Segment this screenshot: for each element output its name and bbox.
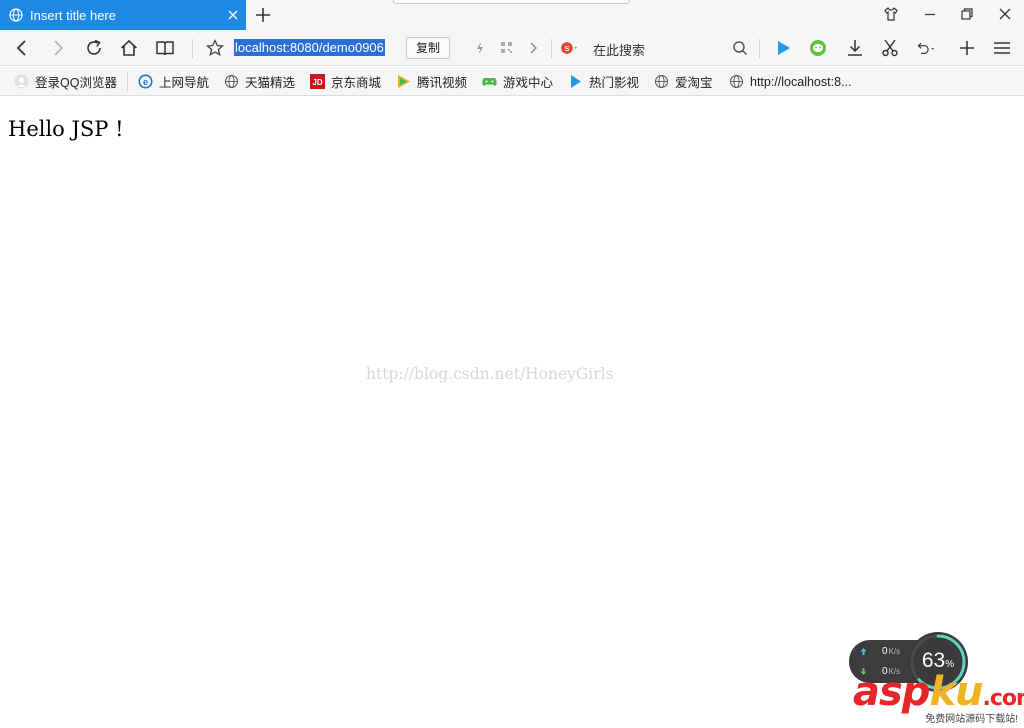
bookmark-label: 游戏中心 bbox=[503, 76, 554, 90]
undo-icon[interactable] bbox=[915, 38, 935, 58]
arrow-up-icon bbox=[860, 648, 867, 655]
bookmark-jd[interactable]: JD 京东商城 bbox=[310, 73, 381, 90]
qr-code-icon[interactable] bbox=[497, 38, 517, 58]
bookmark-label: 登录QQ浏览器 bbox=[35, 76, 117, 90]
bookmark-tencent-video[interactable]: 腾讯视频 bbox=[396, 73, 467, 90]
upload-unit: K/s bbox=[888, 647, 901, 656]
download-icon[interactable] bbox=[845, 38, 865, 58]
logo-subtitle: 免费网站源码下载站! bbox=[925, 714, 1018, 725]
tab-bar: Insert title here bbox=[0, 0, 1024, 30]
forward-icon[interactable] bbox=[48, 38, 68, 58]
skin-shirt-icon[interactable] bbox=[883, 6, 899, 22]
separator bbox=[192, 39, 193, 58]
bookmark-tmall[interactable]: 天猫精选 bbox=[224, 73, 295, 90]
jd-logo-icon: JD bbox=[310, 74, 325, 89]
play-icon bbox=[571, 75, 581, 88]
bookmark-label: 热门影视 bbox=[589, 76, 640, 90]
svg-text:e: e bbox=[143, 77, 148, 87]
bookmark-label: 上网导航 bbox=[159, 76, 210, 90]
back-icon[interactable] bbox=[12, 38, 32, 58]
tencent-video-icon bbox=[398, 75, 410, 88]
navigation-bar: localhost:8080/demo0906 复制 S 在此搜索 bbox=[0, 30, 1024, 66]
chevron-right-icon[interactable] bbox=[523, 38, 543, 58]
search-icon[interactable] bbox=[730, 38, 750, 58]
reading-book-icon[interactable] bbox=[155, 38, 175, 58]
lightning-icon[interactable] bbox=[470, 38, 490, 58]
refresh-icon[interactable] bbox=[84, 38, 104, 58]
logo-part-asp: asp bbox=[853, 669, 930, 715]
ie-e-icon: e bbox=[138, 74, 153, 89]
blog-watermark: http://blog.csdn.net/HoneyGirls bbox=[366, 365, 614, 383]
tab-active[interactable]: Insert title here bbox=[0, 0, 246, 30]
user-avatar-icon bbox=[14, 74, 29, 89]
bookmark-nav[interactable]: e 上网导航 bbox=[138, 73, 209, 90]
menu-icon[interactable] bbox=[992, 38, 1012, 58]
gamepad-icon bbox=[482, 78, 497, 86]
bookmark-star-icon[interactable] bbox=[205, 38, 225, 58]
bookmark-label: 腾讯视频 bbox=[417, 76, 468, 90]
bookmark-label: http://localhost:8... bbox=[750, 74, 852, 89]
bookmark-ai-taobao[interactable]: 爱淘宝 bbox=[654, 73, 713, 90]
separator bbox=[127, 72, 128, 91]
home-icon[interactable] bbox=[119, 38, 139, 58]
logo-part-com: .com bbox=[982, 686, 1024, 711]
copy-button[interactable]: 复制 bbox=[406, 37, 450, 59]
restore-icon[interactable] bbox=[959, 6, 975, 22]
sogou-search-engine-icon[interactable]: S bbox=[560, 38, 580, 58]
video-play-icon[interactable] bbox=[773, 38, 793, 58]
add-icon[interactable] bbox=[957, 38, 977, 58]
bookmark-label: 天猫精选 bbox=[245, 76, 296, 90]
globe-icon bbox=[655, 75, 668, 88]
globe-icon bbox=[225, 75, 238, 88]
search-placeholder[interactable]: 在此搜索 bbox=[593, 40, 645, 59]
page-heading: Hello JSP ! bbox=[8, 117, 124, 141]
bookmark-localhost[interactable]: http://localhost:8... bbox=[729, 73, 851, 90]
scissors-icon[interactable] bbox=[880, 38, 900, 58]
close-tab-icon[interactable] bbox=[226, 8, 240, 22]
new-tab-icon[interactable] bbox=[254, 6, 272, 24]
svg-text:JD: JD bbox=[312, 78, 322, 87]
minimize-icon[interactable] bbox=[922, 6, 938, 22]
logo-part-ku: ku bbox=[929, 669, 983, 715]
close-window-icon[interactable] bbox=[997, 6, 1013, 22]
aspku-logo: aspku.com 免费网站源码下载站! bbox=[853, 670, 1024, 728]
address-input[interactable]: localhost:8080/demo0906 bbox=[234, 39, 385, 56]
upload-value: 0 bbox=[882, 646, 888, 657]
tab-title: Insert title here bbox=[30, 7, 116, 23]
bookmark-label: 京东商城 bbox=[331, 76, 382, 90]
bookmarks-bar: 登录QQ浏览器 e 上网导航 天猫精选 JD 京东商城 腾讯视频 游戏中心 热门… bbox=[0, 67, 1024, 96]
globe-icon bbox=[9, 8, 23, 22]
separator bbox=[551, 39, 552, 58]
bookmark-hot-movies[interactable]: 热门影视 bbox=[568, 73, 639, 90]
upload-speed: 0 K/s bbox=[859, 646, 900, 657]
separator bbox=[759, 39, 760, 58]
bookmark-qq-login[interactable]: 登录QQ浏览器 bbox=[14, 73, 117, 90]
top-input-edge bbox=[393, 0, 630, 4]
bookmark-label: 爱淘宝 bbox=[675, 76, 713, 90]
globe-icon bbox=[730, 75, 743, 88]
svg-text:S: S bbox=[564, 44, 569, 53]
wechat-icon[interactable] bbox=[808, 38, 828, 58]
bookmark-game-center[interactable]: 游戏中心 bbox=[482, 73, 553, 90]
